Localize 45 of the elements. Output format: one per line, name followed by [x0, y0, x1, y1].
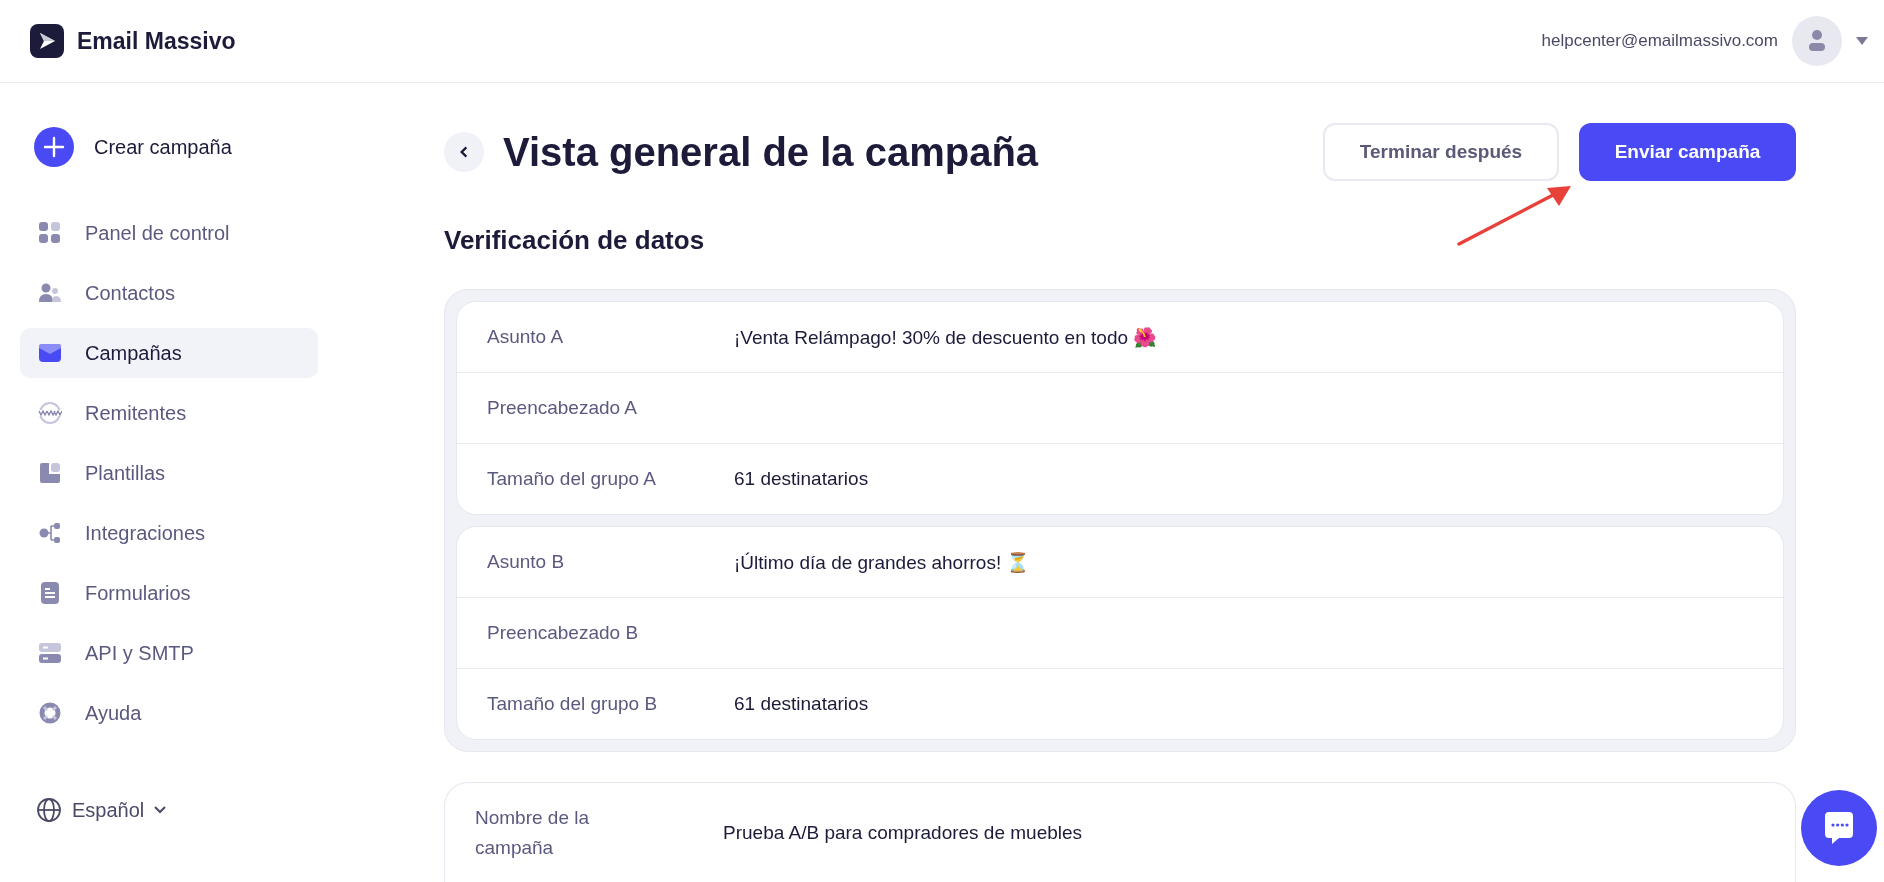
globe-icon: [38, 401, 62, 425]
document-icon: [38, 581, 62, 605]
field-value: 61 destinatarios: [734, 468, 869, 490]
sidebar-item[interactable]: Formularios: [20, 568, 318, 618]
people-icon: [38, 281, 62, 305]
sidebar-item[interactable]: Remitentes: [20, 388, 318, 438]
brand-name: Email Massivo: [77, 27, 236, 55]
field-label: Asunto A: [487, 326, 565, 348]
lifebuoy-icon: [38, 701, 62, 725]
sidebar-item[interactable]: Plantillas: [20, 448, 318, 498]
field-value: Prueba A/B para compradores de muebles: [723, 822, 1083, 844]
globe-icon: [36, 797, 62, 823]
language-selector[interactable]: Español: [36, 797, 167, 823]
field-label: Asunto B: [487, 551, 566, 573]
server-icon: [38, 641, 62, 665]
caret-icon[interactable]: [1856, 37, 1868, 45]
envelope-icon: [38, 341, 62, 365]
field-label: Preencabezado B: [487, 622, 640, 644]
chevron-down-icon: [154, 806, 167, 814]
send-campaign-button[interactable]: Enviar campaña: [1579, 123, 1796, 181]
field-label: Tamaño del grupo B: [487, 693, 659, 715]
layout-icon: [38, 461, 62, 485]
nodes-icon: [38, 521, 62, 545]
sidebar-item[interactable]: Contactos: [20, 268, 318, 318]
field-label: Nombre de la campaña: [475, 806, 591, 860]
grid-icon: [38, 221, 62, 245]
finish-later-button[interactable]: Terminar después: [1323, 123, 1559, 181]
field-label: Preencabezado A: [487, 397, 638, 419]
page-title: Vista general de la campaña: [503, 129, 1039, 175]
field-value: 61 destinatarios: [734, 693, 869, 715]
section-title: Verificación de datos: [444, 225, 706, 256]
user-email: helpcenter@emailmassivo.com: [1541, 31, 1778, 51]
sidebar-item[interactable]: Campañas: [20, 328, 318, 378]
field-value: ¡Último día de grandes ahorros! ⏳: [734, 550, 1031, 574]
sidebar-item[interactable]: API y SMTP: [20, 628, 318, 678]
plus-icon: [34, 127, 74, 167]
avatar-icon[interactable]: [1792, 16, 1842, 66]
field-value: ¡Venta Relámpago! 30% de descuento en todo 🌺: [734, 325, 1158, 349]
create-campaign-button[interactable]: Crear campaña: [20, 127, 232, 167]
sidebar-item[interactable]: Integraciones: [20, 508, 318, 558]
sidebar-item[interactable]: Panel de control: [20, 208, 318, 258]
field-label: Tamaño del grupo A: [487, 468, 657, 490]
logo-icon: [30, 24, 64, 58]
back-button[interactable]: [444, 132, 484, 172]
sidebar-item[interactable]: Ayuda: [20, 688, 318, 738]
